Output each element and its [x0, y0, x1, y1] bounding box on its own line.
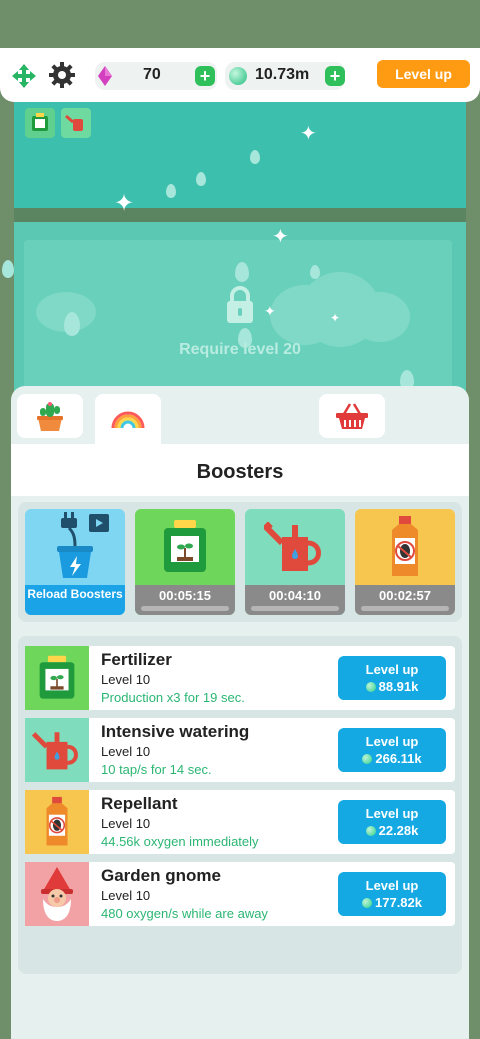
oxygen-orb-icon	[362, 754, 373, 764]
cactus-pot-icon	[37, 402, 63, 431]
raindrop	[310, 265, 320, 279]
planter-slot[interactable]	[25, 108, 55, 138]
button-cost: 177.82k	[338, 895, 446, 910]
raindrop	[166, 184, 176, 198]
list-item-watering: Intensive watering Level 10 10 tap/s for…	[25, 718, 455, 782]
watering-can-icon	[32, 732, 78, 770]
gnome-item-icon-bg	[25, 862, 89, 926]
sparkle-icon: ✦	[264, 303, 276, 319]
button-cost: 22.28k	[338, 823, 446, 838]
repellant-icon-area	[355, 509, 455, 585]
cost-value: 22.28k	[378, 823, 419, 838]
list-item-gnome: Garden gnome Level 10 480 oxygen/s while…	[25, 862, 455, 926]
panel-title: Boosters	[196, 461, 284, 483]
add-oxygen-button[interactable]: +	[325, 66, 345, 86]
tab-shop[interactable]	[319, 394, 385, 438]
level-up-repellant-button[interactable]: Level up 22.28k	[338, 800, 446, 844]
raindrop	[64, 312, 80, 336]
button-label: Level up	[365, 806, 419, 821]
reload-boosters-label: Reload Boosters	[25, 585, 125, 615]
watering-can-mini-icon	[65, 114, 83, 131]
oxygen-orb-icon	[365, 826, 376, 836]
item-description: 10 tap/s for 14 sec.	[101, 762, 212, 777]
item-description: 480 oxygen/s while are away	[101, 906, 268, 921]
item-name: Fertilizer	[101, 650, 172, 669]
sparkle-icon: ✦	[300, 123, 317, 145]
list-item-fertilizer: Fertilizer Level 10 Production x3 for 19…	[25, 646, 455, 710]
item-name: Garden gnome	[101, 866, 221, 885]
fertilizer-item-icon-bg	[25, 646, 89, 710]
button-cost: 88.91k	[338, 679, 446, 694]
level-up-watering-button[interactable]: Level up 266.11k	[338, 728, 446, 772]
raindrop	[2, 260, 14, 278]
watering-item-icon-bg	[25, 718, 89, 782]
oxygen-value: 10.73m	[255, 66, 310, 83]
booster-progress-bar	[141, 606, 229, 611]
booster-progress-bar	[361, 606, 449, 611]
repellant-icon	[46, 796, 68, 846]
add-gems-button[interactable]: +	[195, 66, 215, 86]
repellant-icon	[392, 516, 418, 576]
raindrop	[196, 172, 206, 186]
booster-card-fertilizer[interactable]: 00:05:15	[135, 509, 235, 615]
watering-icon-area	[245, 509, 345, 585]
item-level: Level 10	[101, 888, 151, 903]
item-name: Repellant	[101, 794, 178, 813]
button-label: Level up	[365, 662, 419, 677]
button-label: Level up	[365, 878, 419, 893]
reload-icon-area	[25, 509, 125, 585]
oxygen-orb-icon	[362, 898, 372, 908]
button-label: Level up	[365, 734, 419, 749]
rainbow-icon	[111, 411, 145, 429]
cost-value: 266.11k	[375, 751, 422, 766]
cost-value: 177.82k	[375, 895, 422, 910]
raindrop	[235, 262, 249, 282]
cloud-shape	[350, 292, 410, 342]
sparkle-icon: ✦	[330, 311, 341, 325]
level-up-button[interactable]: Level up	[377, 60, 470, 88]
locked-area-label: Require level 20	[179, 341, 301, 358]
item-level: Level 10	[101, 816, 151, 831]
booster-card-watering[interactable]: 00:04:10	[245, 509, 345, 615]
oxygen-orb-icon	[229, 67, 247, 85]
fertilizer-icon	[39, 655, 75, 699]
fertilizer-icon	[164, 520, 206, 572]
plant-plug-icon	[57, 512, 109, 578]
item-name: Intensive watering	[101, 722, 250, 741]
booster-progress-bar	[251, 606, 339, 611]
cost-value: 88.91k	[378, 679, 419, 694]
gear-icon[interactable]	[48, 61, 76, 89]
tab-boosters[interactable]	[95, 394, 161, 446]
item-description: 44.56k oxygen immediately	[101, 834, 259, 849]
lock-icon	[227, 286, 253, 323]
fertilizer-mini-icon	[32, 113, 48, 131]
item-level: Level 10	[101, 672, 151, 687]
repellant-item-icon-bg	[25, 790, 89, 854]
garden-gnome-icon	[41, 867, 73, 921]
pink-gem-icon	[98, 66, 112, 86]
item-level: Level 10	[101, 744, 151, 759]
pane-divider	[14, 208, 466, 222]
item-description: Production x3 for 19 sec.	[101, 690, 245, 705]
button-cost: 266.11k	[338, 751, 446, 766]
gems-value: 70	[143, 66, 161, 83]
sparkle-icon: ✦	[272, 226, 289, 248]
reload-boosters-card[interactable]: Reload Boosters	[25, 509, 125, 615]
watering-can-icon	[264, 521, 321, 571]
planter-slot[interactable]	[61, 108, 91, 138]
basket-icon	[336, 403, 368, 429]
move-arrows-icon[interactable]	[10, 62, 38, 90]
fertilizer-icon-area	[135, 509, 235, 585]
level-up-fertilizer-button[interactable]: Level up 88.91k	[338, 656, 446, 700]
sparkle-icon: ✦	[114, 190, 135, 217]
raindrop	[250, 150, 260, 164]
booster-card-repellant[interactable]: 00:02:57	[355, 509, 455, 615]
oxygen-orb-icon	[365, 682, 376, 692]
tab-plants[interactable]	[17, 394, 83, 438]
level-up-gnome-button[interactable]: Level up 177.82k	[338, 872, 446, 916]
list-item-repellant: Repellant Level 10 44.56k oxygen immedia…	[25, 790, 455, 854]
